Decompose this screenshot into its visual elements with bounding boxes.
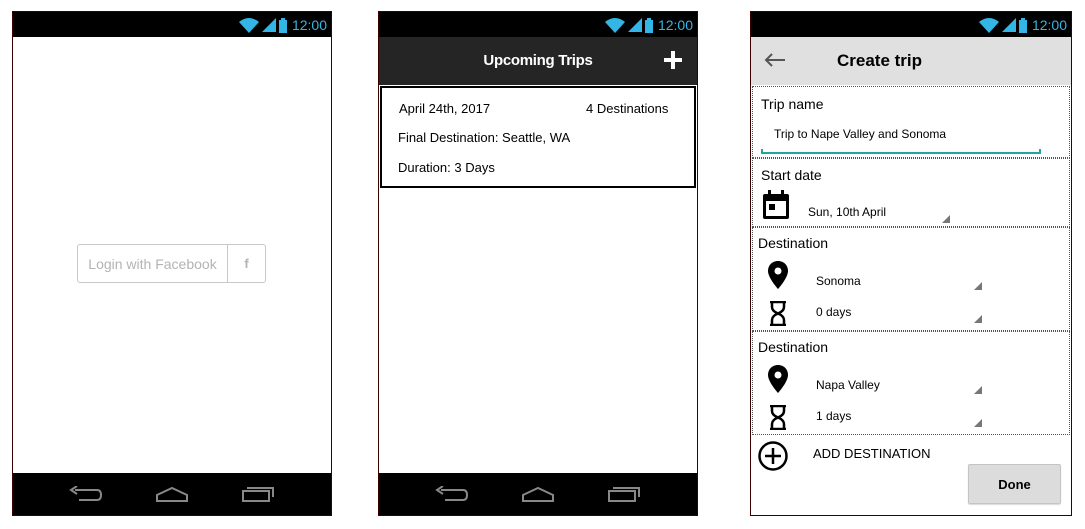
destination-days-select[interactable]: 0 days <box>816 305 851 319</box>
back-nav-icon[interactable] <box>69 486 103 502</box>
create-trip-screen: 12:00 Create trip Trip name Trip to Nape… <box>750 11 1072 516</box>
app-bar: Create trip <box>751 37 1071 85</box>
status-bar: 12:00 <box>13 12 331 37</box>
trip-final-destination: Final Destination: Seattle, WA <box>398 130 571 145</box>
back-nav-icon[interactable] <box>435 486 469 502</box>
facebook-button-label: Login with Facebook <box>78 245 228 282</box>
page-title: Upcoming Trips <box>483 52 593 69</box>
app-bar: Upcoming Trips <box>379 37 697 85</box>
dropdown-arrow-icon <box>974 386 982 394</box>
trip-duration: Duration: 3 Days <box>398 160 495 175</box>
trip-card[interactable]: April 24th, 2017 4 Destinations Final De… <box>380 86 696 188</box>
wifi-icon <box>978 17 999 33</box>
signal-icon <box>627 18 642 32</box>
trip-date: April 24th, 2017 <box>399 101 491 116</box>
home-nav-icon[interactable] <box>155 486 189 502</box>
recent-apps-nav-icon[interactable] <box>241 486 275 502</box>
destination-section: Destination Napa Valley 1 days <box>752 331 1070 435</box>
login-screen: 12:00 Login with Facebook f <box>12 11 332 516</box>
page-title: Create trip <box>837 51 923 70</box>
destination-days-select[interactable]: 1 days <box>816 409 851 423</box>
destination-section: Destination Sonoma 0 days <box>752 227 1070 331</box>
android-nav-bar <box>379 473 697 515</box>
status-time: 12:00 <box>291 17 327 33</box>
dropdown-arrow-icon <box>974 315 982 323</box>
destination-label: Destination <box>758 235 829 251</box>
trip-destination-count: 4 Destinations <box>586 101 669 116</box>
calendar-icon <box>763 190 789 219</box>
destination-label: Destination <box>758 339 829 355</box>
destination-place-select[interactable]: Napa Valley <box>816 378 880 392</box>
battery-icon <box>644 17 653 33</box>
facebook-icon: f <box>244 256 249 271</box>
wifi-icon <box>238 17 259 33</box>
add-circle-icon[interactable] <box>757 440 789 472</box>
status-bar: 12:00 <box>751 12 1071 37</box>
battery-icon <box>1018 17 1027 33</box>
home-nav-icon[interactable] <box>521 486 555 502</box>
add-trip-plus-icon[interactable] <box>663 50 683 70</box>
wifi-icon <box>604 17 625 33</box>
location-pin-icon <box>768 261 788 289</box>
location-pin-icon <box>768 365 788 393</box>
hourglass-icon <box>770 405 786 430</box>
trip-name-underline <box>761 149 1041 154</box>
hourglass-icon <box>770 301 786 326</box>
destination-place-select[interactable]: Sonoma <box>816 274 861 288</box>
battery-icon <box>278 17 287 33</box>
status-time: 12:00 <box>1031 17 1067 33</box>
dropdown-arrow-icon <box>942 215 950 223</box>
back-arrow-icon[interactable] <box>764 52 786 68</box>
start-date-label: Start date <box>761 167 822 183</box>
start-date-picker[interactable]: Sun, 10th April <box>808 205 886 219</box>
signal-icon <box>261 18 276 32</box>
android-nav-bar <box>13 473 331 515</box>
status-time: 12:00 <box>657 17 693 33</box>
status-bar: 12:00 <box>379 12 697 37</box>
dropdown-arrow-icon <box>974 419 982 427</box>
upcoming-trips-screen: 12:00 Upcoming Trips April 24th, 2017 4 … <box>378 11 698 516</box>
add-destination-button[interactable]: ADD DESTINATION <box>813 446 931 461</box>
dropdown-arrow-icon <box>974 282 982 290</box>
trip-name-label: Trip name <box>761 96 824 112</box>
login-with-facebook-button[interactable]: Login with Facebook f <box>77 244 266 283</box>
trip-name-input[interactable]: Trip to Nape Valley and Sonoma <box>774 127 946 141</box>
start-date-section: Start date Sun, 10th April <box>752 158 1070 227</box>
trip-name-section: Trip name Trip to Nape Valley and Sonoma <box>752 86 1070 158</box>
recent-apps-nav-icon[interactable] <box>607 486 641 502</box>
done-button[interactable]: Done <box>968 464 1061 504</box>
signal-icon <box>1001 18 1016 32</box>
